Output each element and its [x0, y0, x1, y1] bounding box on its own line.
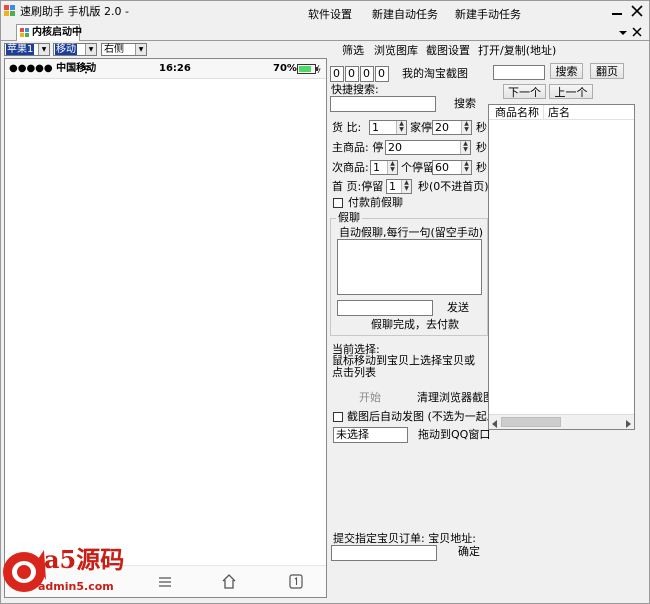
counter-box-1: 0 — [330, 66, 344, 82]
next-item-button[interactable]: 下一个 — [503, 84, 546, 99]
drag-to-qq-handle[interactable]: 拖动到QQ窗口 — [418, 428, 490, 442]
stepper-arrows-icon[interactable]: ▲ ▼ — [461, 121, 471, 134]
scroll-right-icon[interactable] — [624, 418, 632, 428]
keyword-input[interactable] — [493, 65, 545, 80]
watermark-site: admin5.com — [38, 580, 114, 593]
flip-page-button[interactable]: 翻页 — [590, 63, 624, 79]
menu-software-settings[interactable]: 软件设置 — [308, 8, 352, 22]
menu-new-auto-task[interactable]: 新建自动任务 — [372, 8, 438, 22]
menu-screenshot-settings[interactable]: 截图设置 — [426, 44, 470, 58]
quick-search-input[interactable] — [330, 96, 436, 112]
fake-chat-hint: 自动假聊,每行一句(留空手动) — [339, 226, 484, 239]
confirm-button[interactable]: 确定 — [458, 545, 480, 559]
selected-item-field: 未选择 — [333, 427, 408, 443]
sub-item-stepper[interactable]: 1 ▲ ▼ — [370, 160, 398, 175]
prev-item-button[interactable]: 上一个 — [549, 84, 593, 99]
start-button[interactable]: 开始 — [359, 391, 381, 405]
goods-ratio-mid-label: 家停 — [410, 121, 432, 134]
counter-box-2: 0 — [345, 66, 359, 82]
goods-ratio-label: 货 比: — [332, 121, 362, 134]
sub-item-unit: 秒 — [476, 161, 487, 174]
stepper-arrows-icon[interactable]: ▲ ▼ — [396, 121, 406, 134]
tab-close-icon[interactable] — [632, 27, 642, 37]
menu-icon[interactable] — [158, 576, 172, 588]
position-select[interactable]: 右侧 ▼ — [101, 43, 147, 56]
fake-chat-done-link[interactable]: 假聊完成，去付款 — [371, 318, 459, 332]
watermark-brand: a5源码 — [44, 545, 125, 574]
menu-new-manual-task[interactable]: 新建手动任务 — [455, 8, 521, 22]
clear-screenshots-button[interactable]: 清理浏览器截图 — [417, 391, 494, 405]
phone-status-bar: ●●●●● 中国移动 16:26 70% — [5, 59, 326, 79]
sub-item-seconds-stepper[interactable]: 60 ▲ ▼ — [432, 160, 472, 175]
quick-search-button[interactable]: 搜索 — [454, 97, 476, 111]
window-title: 速刷助手 手机版 2.0 - — [20, 5, 129, 18]
stepper-arrows-icon[interactable]: ▲ ▼ — [401, 180, 411, 193]
pay-chat-label: 付款前假聊 — [348, 196, 403, 209]
stepper-arrows-icon[interactable]: ▲ ▼ — [387, 161, 397, 174]
my-taobao-screenshot-link[interactable]: 我的淘宝截图 — [402, 67, 468, 81]
chevron-down-icon: ▼ — [38, 44, 49, 55]
item-address-input[interactable] — [331, 545, 437, 561]
product-table[interactable]: 商品名称 店名 — [488, 104, 635, 430]
app-icon — [4, 5, 16, 17]
tab-engine-loading[interactable]: 内核启动中 — [16, 24, 82, 41]
home-page-label: 首 页:停留 — [332, 180, 384, 193]
tab-strip: 内核启动中 — [0, 24, 650, 41]
goods-ratio-stepper[interactable]: 1 ▲ ▼ — [369, 120, 407, 135]
column-header-product-name[interactable]: 商品名称 — [495, 106, 539, 120]
counter-box-4: 0 — [375, 66, 389, 82]
home-icon[interactable] — [221, 574, 237, 589]
fake-chat-send-button[interactable]: 发送 — [447, 301, 469, 315]
current-selection-hint: 鼠标移动到宝贝上选择宝贝或点击列表 — [332, 354, 475, 379]
phone-time: 16:26 — [159, 63, 191, 74]
home-page-note: 秒(0不进首页) — [418, 180, 489, 193]
pay-chat-checkbox[interactable] — [333, 198, 343, 208]
column-divider[interactable] — [543, 105, 544, 120]
column-header-shop-name[interactable]: 店名 — [548, 106, 570, 120]
chevron-down-icon: ▼ — [85, 44, 96, 55]
tab-dropdown-icon[interactable] — [618, 28, 628, 38]
goods-ratio-unit: 秒 — [476, 121, 487, 134]
table-header: 商品名称 店名 — [489, 105, 634, 120]
main-item-label: 主商品: 停 — [332, 141, 384, 154]
device-model-select[interactable]: 苹果1 ▼ — [4, 43, 50, 56]
title-bar: 速刷助手 手机版 2.0 - 软件设置 新建自动任务 新建手动任务 — [0, 0, 650, 24]
battery-icon — [297, 64, 321, 74]
main-item-stepper[interactable]: 20 ▲ ▼ — [385, 140, 471, 155]
tab-icon — [20, 28, 30, 38]
quick-search-label: 快捷搜索: — [331, 83, 379, 96]
menu-open-copy-address[interactable]: 打开/复制(地址) — [478, 44, 556, 58]
home-page-stepper[interactable]: 1 ▲ ▼ — [386, 179, 412, 194]
counter-box-3: 0 — [360, 66, 374, 82]
minimize-icon[interactable] — [608, 2, 626, 20]
battery-percent: 70% — [273, 63, 297, 74]
fake-chat-message-input[interactable] — [337, 300, 433, 316]
network-select[interactable]: 移动 ▼ — [53, 43, 97, 56]
goods-ratio-seconds-stepper[interactable]: 20 ▲ ▼ — [432, 120, 472, 135]
main-item-unit: 秒 — [476, 141, 487, 154]
wifi-icon — [81, 64, 91, 74]
submit-order-label: 提交指定宝贝订单: 宝贝地址: — [333, 532, 476, 545]
scroll-thumb[interactable] — [501, 417, 561, 427]
auto-send-checkbox[interactable] — [333, 412, 343, 422]
sub-item-label: 次商品: — [332, 161, 369, 174]
table-horizontal-scrollbar[interactable] — [489, 414, 634, 429]
chevron-down-icon: ▼ — [135, 44, 146, 55]
menu-browse-gallery[interactable]: 浏览图库 — [374, 44, 418, 58]
auto-send-label: 截图后自动发图 (不选为一起发送) — [347, 410, 489, 423]
menu-filter[interactable]: 筛选 — [342, 44, 364, 58]
stepper-arrows-icon[interactable]: ▲ ▼ — [461, 161, 471, 174]
search-button[interactable]: 搜索 — [550, 63, 583, 79]
sub-item-mid-label: 个停留 — [401, 161, 434, 174]
phone-screen[interactable]: ●●●●● 中国移动 16:26 70% — [4, 58, 327, 598]
tab-label: 内核启动中 — [32, 27, 82, 38]
tabs-icon[interactable] — [289, 574, 303, 589]
stepper-arrows-icon[interactable]: ▲ ▼ — [460, 141, 470, 154]
fake-chat-group-title: 假聊 — [336, 211, 362, 225]
fake-chat-textarea[interactable] — [337, 239, 482, 295]
close-icon[interactable] — [628, 2, 646, 20]
scroll-left-icon[interactable] — [491, 418, 499, 428]
